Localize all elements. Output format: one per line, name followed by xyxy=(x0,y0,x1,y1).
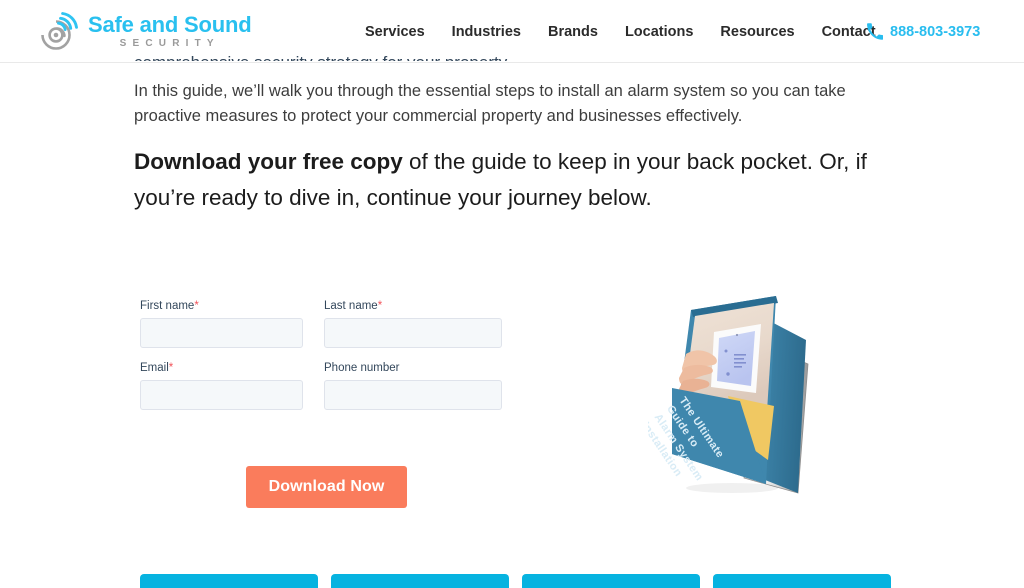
topic-button-components-of-alarm-systems[interactable]: Components of Alarm Systems xyxy=(331,574,509,588)
scrolled-partial-line: comprehensive security strategy for your… xyxy=(134,51,914,61)
download-lead-form: First name* Last name* Email* Phone numb… xyxy=(140,299,520,508)
last-name-input[interactable] xyxy=(324,318,502,348)
field-group-email: Email* xyxy=(140,361,303,410)
email-label: Email* xyxy=(140,361,303,375)
nav-item-locations[interactable]: Locations xyxy=(625,24,693,40)
form-row-names: First name* Last name* xyxy=(140,299,520,348)
email-label-text: Email xyxy=(140,362,169,374)
first-name-required-marker: * xyxy=(194,300,199,312)
brand-wordmark: Safe and Sound SECURITY xyxy=(88,11,252,49)
ebook-cover-image: The Ultimate Guide to Alarm System Insta… xyxy=(648,288,833,518)
phone-number-label-text: Phone number xyxy=(324,362,400,374)
first-name-input[interactable] xyxy=(140,318,303,348)
field-group-last-name: Last name* xyxy=(324,299,502,348)
last-name-required-marker: * xyxy=(377,300,383,312)
download-now-button[interactable]: Download Now xyxy=(246,466,407,508)
nav-item-resources[interactable]: Resources xyxy=(720,24,794,40)
topic-button-alarm-system-installation[interactable]: Alarm System Installation xyxy=(140,574,318,588)
first-name-label-text: First name xyxy=(140,300,195,312)
phone-handset-icon xyxy=(866,23,883,40)
email-field[interactable] xyxy=(140,380,303,410)
brand-name: Safe and Sound xyxy=(88,11,252,37)
email-required-marker: * xyxy=(168,362,174,374)
brand-logo-link[interactable]: Safe and Sound SECURITY xyxy=(40,11,252,51)
nav-item-industries[interactable]: Industries xyxy=(452,24,521,40)
phone-number-label: Phone number xyxy=(324,361,502,375)
phone-number-input[interactable] xyxy=(324,380,502,410)
brand-subtitle: SECURITY xyxy=(119,37,220,49)
first-name-label: First name* xyxy=(140,299,303,313)
cta-heading-bold: Download your free copy xyxy=(134,149,403,174)
signal-waves-logo-icon xyxy=(40,11,82,51)
topic-button-bar: Alarm System Installation Components of … xyxy=(140,574,891,588)
nav-item-brands[interactable]: Brands xyxy=(548,24,598,40)
last-name-label-text: Last name xyxy=(324,300,378,312)
form-row-contact: Email* Phone number xyxy=(140,361,520,410)
last-name-label: Last name* xyxy=(324,299,502,313)
lead-paragraph: In this guide, we’ll walk you through th… xyxy=(134,82,846,125)
page-title: Download your free copy of the guide to … xyxy=(134,144,924,216)
field-group-first-name: First name* xyxy=(140,299,303,348)
nav-item-services[interactable]: Services xyxy=(365,24,425,40)
topic-button-modern-alarm-features[interactable]: Modern Alarm Features xyxy=(522,574,700,588)
page-content: comprehensive security strategy for your… xyxy=(0,53,1024,588)
phone-number-text: 888-803-3973 xyxy=(890,23,981,40)
topic-button-hardwired-vs-wireless[interactable]: Hardwired vs Wireless xyxy=(713,574,891,588)
field-group-phone: Phone number xyxy=(324,361,502,410)
